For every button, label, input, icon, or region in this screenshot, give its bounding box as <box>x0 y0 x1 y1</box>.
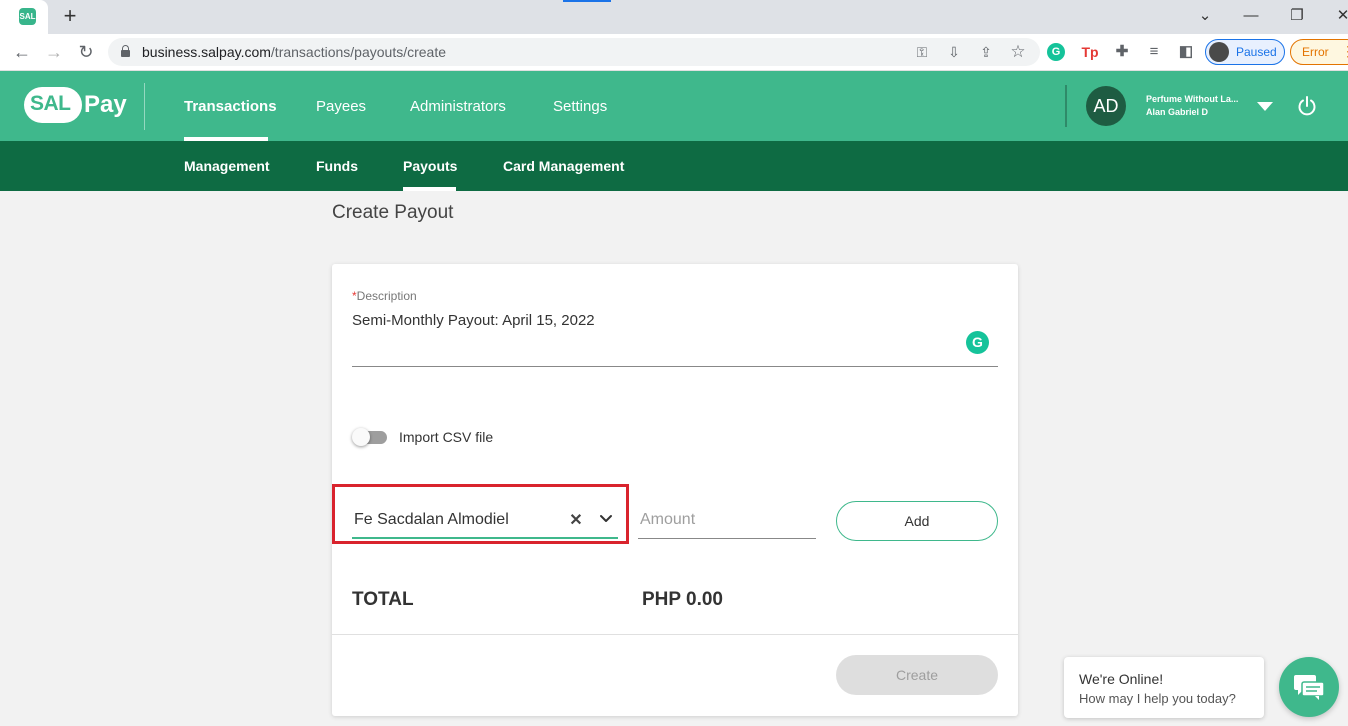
new-tab-button[interactable]: + <box>58 5 82 29</box>
nav-transactions[interactable]: Transactions <box>184 98 277 115</box>
description-underline <box>352 366 998 367</box>
subnav-payouts[interactable]: Payouts <box>403 158 457 174</box>
logo-pay-text: Pay <box>84 91 127 118</box>
app-header: SAL Pay Transactions Payees Administrato… <box>0 71 1348 141</box>
browser-tab[interactable]: SAL <box>0 0 48 34</box>
install-icon[interactable]: ⇩ <box>942 40 966 64</box>
reload-icon[interactable]: ↻ <box>74 40 98 64</box>
total-amount: PHP 0.00 <box>642 589 723 610</box>
card-divider <box>332 634 1018 635</box>
star-icon[interactable]: ☆ <box>1006 40 1030 64</box>
subnav-management[interactable]: Management <box>184 158 270 174</box>
payee-selected-value: Fe Sacdalan Almodiel <box>354 511 509 528</box>
close-window-button[interactable]: ✕ <box>1331 4 1348 28</box>
error-button[interactable]: Error ⋮ <box>1290 39 1348 65</box>
minimize-button[interactable]: — <box>1239 4 1263 28</box>
clear-icon[interactable]: ✕ <box>568 510 584 529</box>
forward-icon[interactable]: → <box>42 40 66 64</box>
url-host: business.salpay.com <box>142 44 271 60</box>
chat-greeting-bubble[interactable]: We're Online! How may I help you today? <box>1064 657 1264 718</box>
sub-nav: Management Funds Payouts Card Management <box>0 141 1348 191</box>
header-divider <box>144 83 145 130</box>
subnav-funds[interactable]: Funds <box>316 158 358 174</box>
logo-sal-text: SAL <box>30 92 71 115</box>
amount-placeholder: Amount <box>640 511 696 528</box>
chat-title: We're Online! <box>1079 671 1164 687</box>
back-icon[interactable]: ← <box>10 40 34 64</box>
tab-loading-indicator <box>563 0 611 2</box>
media-icon[interactable]: ≡ <box>1143 41 1165 63</box>
user-divider <box>1065 85 1067 127</box>
profile-paused-button[interactable]: Paused <box>1205 39 1285 65</box>
nav-payees[interactable]: Payees <box>316 98 366 115</box>
create-button[interactable]: Create <box>836 655 998 695</box>
import-csv-toggle[interactable] <box>352 428 387 446</box>
profile-avatar <box>1209 42 1229 62</box>
page-title: Create Payout <box>332 202 454 223</box>
add-button[interactable]: Add <box>836 501 998 541</box>
active-subnav-indicator <box>403 187 456 191</box>
chat-launcher-button[interactable] <box>1279 657 1339 717</box>
payout-form-card: *Description Semi-Monthly Payout: April … <box>332 264 1018 716</box>
chevron-down-icon[interactable] <box>599 512 613 526</box>
chat-icon <box>1294 675 1325 700</box>
power-icon[interactable] <box>1296 95 1318 117</box>
description-input[interactable]: Semi-Monthly Payout: April 15, 2022 <box>352 312 595 329</box>
payee-select[interactable]: Fe Sacdalan Almodiel ✕ <box>352 502 618 539</box>
grammarly-ext-icon[interactable]: G <box>1047 43 1065 61</box>
browser-tabstrip: SAL + ⌄ — ❐ ✕ <box>0 0 1348 34</box>
puzzle-icon[interactable]: ✚ <box>1111 41 1133 63</box>
url-text: business.salpay.com/transactions/payouts… <box>142 44 446 60</box>
chat-subtitle: How may I help you today? <box>1079 691 1236 706</box>
nav-administrators[interactable]: Administrators <box>410 98 506 115</box>
profile-status: Paused <box>1236 45 1277 59</box>
amount-input[interactable]: Amount <box>638 502 816 539</box>
nav-settings[interactable]: Settings <box>553 98 607 115</box>
import-csv-label: Import CSV file <box>399 429 494 445</box>
browser-toolbar: ← → ↻ business.salpay.com/transactions/p… <box>0 34 1348 71</box>
address-bar[interactable]: business.salpay.com/transactions/payouts… <box>108 38 1040 66</box>
error-label: Error <box>1302 45 1329 59</box>
lock-icon[interactable] <box>121 45 130 57</box>
amount-underline <box>638 538 816 539</box>
subnav-card-management[interactable]: Card Management <box>503 158 624 174</box>
kebab-menu-icon[interactable]: ⋮ <box>1341 43 1348 60</box>
description-label-text: Description <box>356 289 417 303</box>
description-label: *Description <box>352 289 417 303</box>
restore-button[interactable]: ❐ <box>1285 4 1309 28</box>
user-menu-caret-icon[interactable] <box>1257 102 1273 111</box>
salpay-favicon-icon: SAL <box>19 8 36 25</box>
tp-ext-icon[interactable]: Tp <box>1079 41 1101 63</box>
payee-underline <box>352 537 618 539</box>
user-name: Alan Gabriel D <box>1146 107 1209 117</box>
key-icon[interactable]: ⚿ <box>910 40 934 64</box>
total-label: TOTAL <box>352 589 414 610</box>
share-icon[interactable]: ⇪ <box>974 40 998 64</box>
user-avatar[interactable]: AD <box>1086 86 1126 126</box>
url-path: /transactions/payouts/create <box>270 44 447 60</box>
toggle-thumb <box>352 428 370 446</box>
user-company: Perfume Without La... <box>1146 94 1239 104</box>
sidepanel-icon[interactable]: ◧ <box>1175 41 1197 63</box>
tab-search-button[interactable]: ⌄ <box>1193 4 1217 28</box>
grammarly-icon[interactable]: G <box>966 331 989 354</box>
